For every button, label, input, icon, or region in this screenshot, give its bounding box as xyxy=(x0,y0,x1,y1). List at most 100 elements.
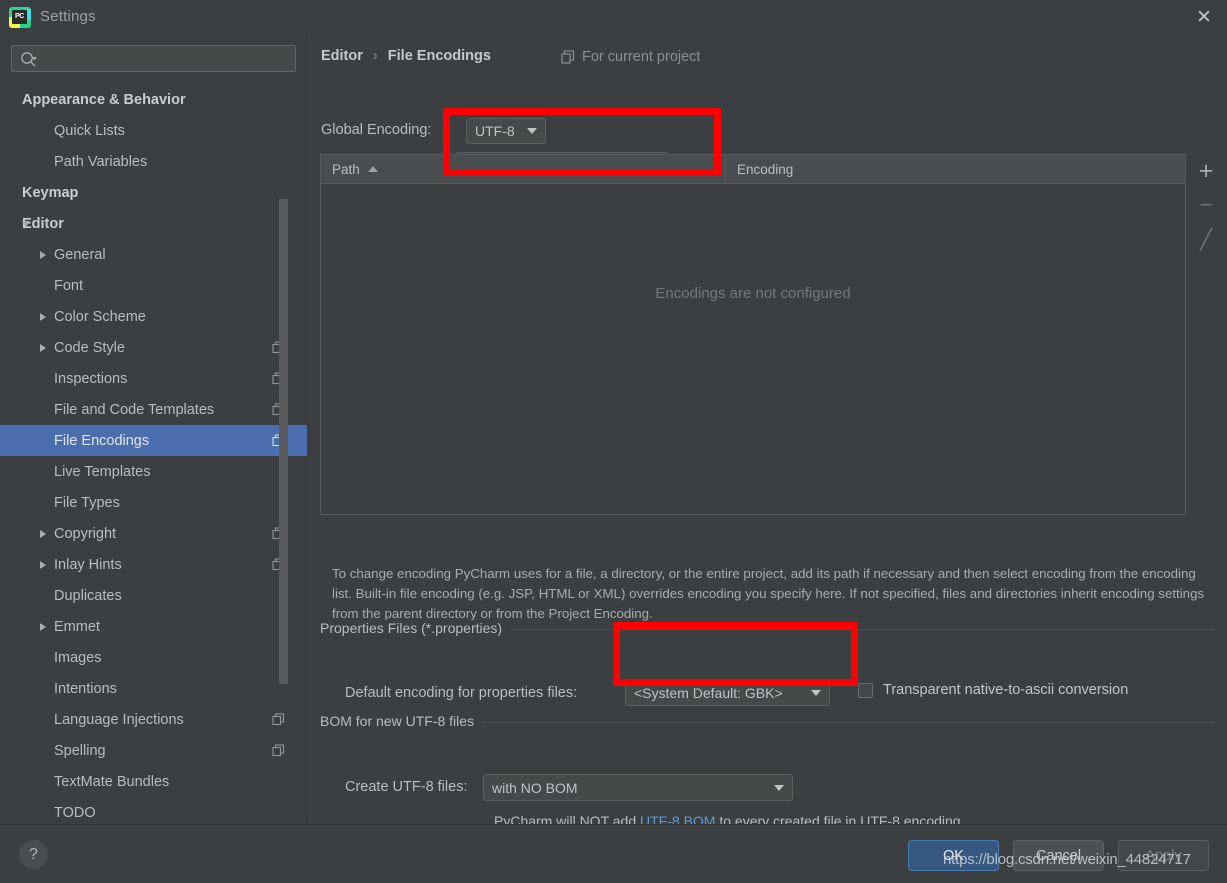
sidebar-item-language-injections[interactable]: Language Injections xyxy=(0,704,307,735)
help-button[interactable]: ? xyxy=(19,840,48,869)
chevron-down-icon[interactable] xyxy=(22,220,30,227)
default-properties-encoding-select[interactable]: <System Default: GBK> xyxy=(625,680,830,706)
sidebar-item-label: Inlay Hints xyxy=(54,556,122,573)
sidebar-item-label: General xyxy=(54,246,106,263)
project-scope-icon xyxy=(561,50,575,64)
breadcrumb-current: File Encodings xyxy=(387,48,491,64)
sidebar-item-quick-lists[interactable]: Quick Lists xyxy=(0,115,307,146)
chevron-right-icon[interactable] xyxy=(40,343,46,352)
sort-ascending-icon xyxy=(367,166,378,172)
search-box[interactable] xyxy=(11,45,296,72)
settings-tree: Appearance & Behavior Quick Lists Path Var… xyxy=(0,84,307,823)
add-row-button[interactable]: + xyxy=(1188,154,1224,188)
project-scope-icon xyxy=(272,744,285,757)
sidebar-item-inspections[interactable]: Inspections xyxy=(0,363,307,394)
sidebar-item-emmet[interactable]: Emmet xyxy=(0,611,307,642)
chevron-down-icon xyxy=(774,784,784,791)
sidebar-item-label: Font xyxy=(54,277,84,294)
sidebar-item-label: TODO xyxy=(54,804,96,821)
sidebar-item-spelling[interactable]: Spelling xyxy=(0,735,307,766)
chevron-down-icon xyxy=(527,128,537,134)
table-toolbar: + − ╱ xyxy=(1188,154,1224,354)
table-header-row: Path Encoding xyxy=(321,155,1185,184)
chevron-right-icon[interactable] xyxy=(40,622,46,631)
scope-note-label: For current project xyxy=(582,49,701,65)
pycharm-logo-icon: PC xyxy=(9,7,31,28)
create-utf8-files-select[interactable]: with NO BOM xyxy=(483,774,793,801)
sidebar-item-label: File and Code Templates xyxy=(54,401,215,418)
sidebar-item-label: Inspections xyxy=(54,370,128,387)
sidebar-item-label: Appearance & Behavior xyxy=(22,91,186,108)
search-icon xyxy=(21,52,37,67)
checkbox-box[interactable] xyxy=(858,682,873,698)
edit-row-button[interactable]: ╱ xyxy=(1188,222,1224,256)
window-title: Settings xyxy=(40,8,96,25)
global-encoding-value: UTF-8 xyxy=(475,123,515,139)
sidebar-item-general[interactable]: General xyxy=(0,239,307,270)
sidebar-item-label: Color Scheme xyxy=(54,308,146,325)
sidebar-item-label: File Encodings xyxy=(54,432,150,449)
sidebar-item-path-variables[interactable]: Path Variables xyxy=(0,146,307,177)
sidebar-item-font[interactable]: Font xyxy=(0,270,307,301)
chevron-right-icon[interactable] xyxy=(40,560,46,569)
sidebar-item-textmate-bundles[interactable]: TextMate Bundles xyxy=(0,766,307,797)
properties-section-title: Properties Files (*.properties) xyxy=(320,620,511,636)
sidebar-item-label: Emmet xyxy=(54,618,100,635)
sidebar-item-intentions[interactable]: Intentions xyxy=(0,673,307,704)
sidebar-item-duplicates[interactable]: Duplicates xyxy=(0,580,307,611)
sidebar-item-label: Path Variables xyxy=(54,153,148,170)
sidebar-scrollbar-thumb[interactable] xyxy=(279,199,288,684)
sidebar-item-label: Code Style xyxy=(54,339,125,356)
sidebar-item-appearance-behavior[interactable]: Appearance & Behavior xyxy=(0,84,307,115)
breadcrumb: Editor › File Encodings xyxy=(321,48,491,64)
pycharm-logo-text: PC xyxy=(12,10,27,24)
sidebar-item-color-scheme[interactable]: Color Scheme xyxy=(0,301,307,332)
sidebar-item-inlay-hints[interactable]: Inlay Hints xyxy=(0,549,307,580)
chevron-right-icon[interactable] xyxy=(40,250,46,259)
sidebar-item-label: Spelling xyxy=(54,742,106,759)
settings-sidebar: Appearance & Behavior Quick Lists Path Var… xyxy=(0,34,307,823)
global-encoding-select[interactable]: UTF-8 xyxy=(466,118,546,144)
close-icon[interactable]: ✕ xyxy=(1193,7,1215,29)
chevron-right-icon[interactable] xyxy=(40,312,46,321)
transparent-native-to-ascii-label: Transparent native-to-ascii conversion xyxy=(883,682,1129,698)
sidebar-item-label: Copyright xyxy=(54,525,117,542)
sidebar-item-label: Language Injections xyxy=(54,711,184,728)
sidebar-item-file-and-code-templates[interactable]: File and Code Templates xyxy=(0,394,307,425)
sidebar-item-file-encodings[interactable]: File Encodings xyxy=(0,425,307,456)
main-panel: Editor › File Encodings For current proj… xyxy=(308,34,1227,829)
chevron-right-icon[interactable] xyxy=(40,529,46,538)
sidebar-item-label: Images xyxy=(54,649,102,666)
sidebar-item-images[interactable]: Images xyxy=(0,642,307,673)
title-bar: PC Settings ✕ xyxy=(0,0,1227,34)
column-header-path-label: Path xyxy=(332,161,360,177)
sidebar-item-label: Duplicates xyxy=(54,587,122,604)
settings-dialog: PC Settings ✕ Appearance & Behavior Quick… xyxy=(0,0,1227,883)
sidebar-item-label: TextMate Bundles xyxy=(54,773,170,790)
encodings-table: Path Encoding Encodings are not configur… xyxy=(320,154,1186,515)
sidebar-item-file-types[interactable]: File Types xyxy=(0,487,307,518)
column-header-path[interactable]: Path xyxy=(321,155,726,183)
remove-row-button[interactable]: − xyxy=(1188,188,1224,222)
sidebar-item-code-style[interactable]: Code Style xyxy=(0,332,307,363)
sidebar-item-editor[interactable]: Editor xyxy=(0,208,307,239)
bom-section-title: BOM for new UTF-8 files xyxy=(320,713,483,729)
watermark: https://blog.csdn.net/weixin_44824717 xyxy=(943,851,1191,868)
sidebar-item-label: Keymap xyxy=(22,184,79,201)
breadcrumb-parent[interactable]: Editor xyxy=(321,48,363,64)
sidebar-item-keymap[interactable]: Keymap xyxy=(0,177,307,208)
search-input[interactable] xyxy=(44,49,289,70)
chevron-down-icon xyxy=(811,690,821,696)
sidebar-item-label: Live Templates xyxy=(54,463,151,480)
column-header-encoding[interactable]: Encoding xyxy=(726,155,1185,183)
breadcrumb-separator: › xyxy=(372,48,378,64)
transparent-native-to-ascii-checkbox[interactable]: Transparent native-to-ascii conversion xyxy=(858,682,1128,698)
column-header-encoding-label: Encoding xyxy=(737,161,794,177)
sidebar-item-copyright[interactable]: Copyright xyxy=(0,518,307,549)
sidebar-item-label: File Types xyxy=(54,494,120,511)
table-empty-message: Encodings are not configured xyxy=(655,285,851,302)
default-properties-encoding-label: Default encoding for properties files: xyxy=(345,685,578,701)
sidebar-item-label: Quick Lists xyxy=(54,122,125,139)
sidebar-scrollbar-track[interactable] xyxy=(279,34,297,773)
sidebar-item-live-templates[interactable]: Live Templates xyxy=(0,456,307,487)
